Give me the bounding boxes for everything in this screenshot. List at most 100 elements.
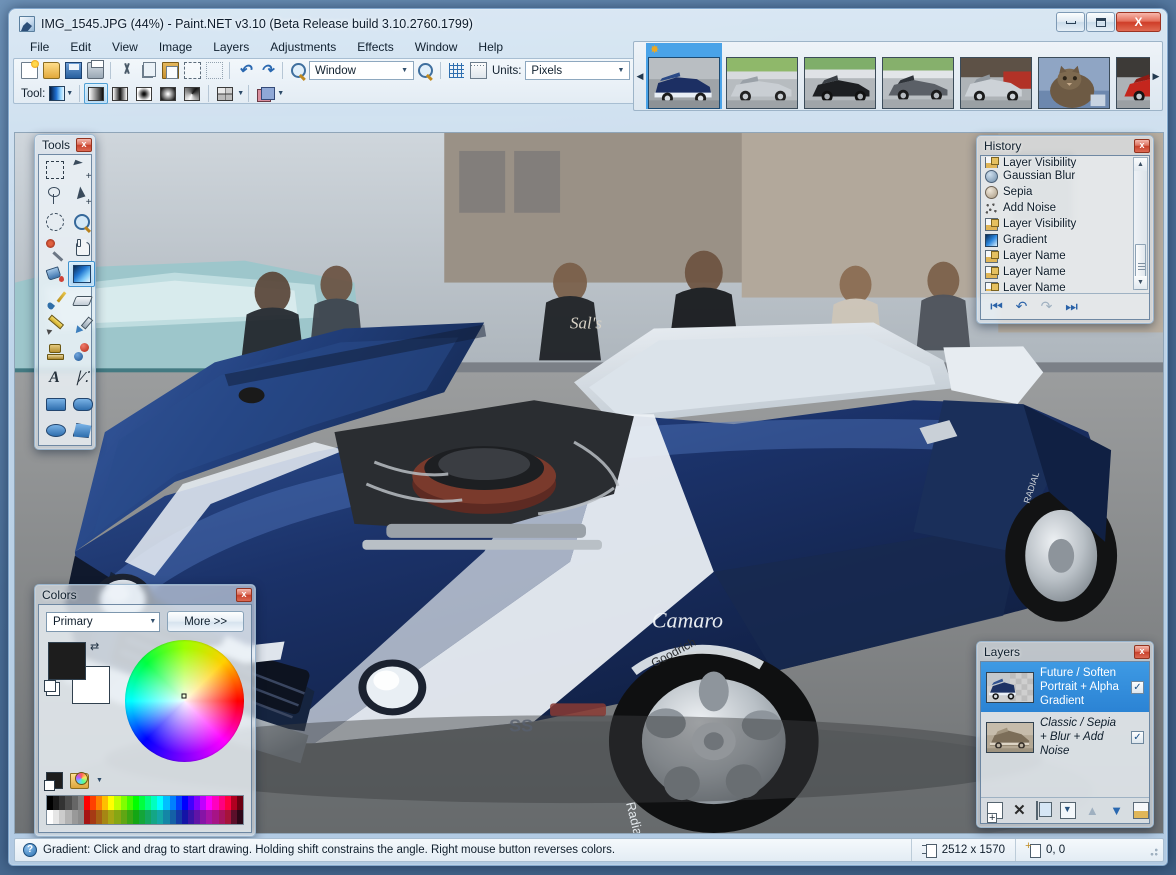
history-item[interactable]: Layer Visibility — [981, 157, 1132, 168]
thumb-blue-camaro[interactable]: ✸ — [646, 43, 722, 109]
palette-swatch[interactable] — [237, 810, 243, 824]
gradient-diamond-button[interactable] — [156, 83, 180, 104]
undo-icon[interactable]: ↶ — [234, 60, 256, 81]
add-to-palette-icon[interactable] — [46, 772, 63, 789]
color-wheel-cursor[interactable] — [182, 694, 187, 699]
history-item[interactable]: Layer Name — [981, 248, 1132, 264]
rulers-icon[interactable] — [467, 60, 489, 81]
move-layer-down-button[interactable]: ▼ — [1108, 802, 1124, 819]
gradient-linear-reflected-button[interactable] — [108, 83, 132, 104]
tool-color-picker[interactable] — [68, 313, 95, 339]
tool-magic-wand[interactable] — [41, 235, 68, 261]
thumb-silver-convertible[interactable] — [724, 43, 800, 109]
palette-file-icon[interactable] — [70, 773, 89, 789]
tool-pan[interactable] — [68, 235, 95, 261]
thumb-red-car[interactable] — [1114, 43, 1150, 109]
tool-pencil[interactable] — [41, 313, 68, 339]
chevron-down-icon[interactable]: ▼ — [237, 90, 244, 97]
tool-paintbrush[interactable] — [41, 287, 68, 313]
palette-strip[interactable] — [46, 795, 244, 825]
menu-help[interactable]: Help — [469, 38, 512, 56]
color-wheel[interactable] — [125, 640, 244, 762]
tool-rounded-rectangle[interactable] — [68, 391, 95, 417]
zoom-level-combo[interactable]: Window ▼ — [309, 61, 414, 80]
new-icon[interactable] — [18, 60, 40, 81]
menu-layers[interactable]: Layers — [204, 38, 258, 56]
pixel-grid-icon[interactable] — [445, 60, 467, 81]
save-icon[interactable] — [62, 60, 84, 81]
thumb-cat-on-blanket[interactable] — [1036, 43, 1112, 109]
tool-zoom[interactable] — [68, 209, 95, 235]
layers-palette-titlebar[interactable]: Layers x — [977, 642, 1153, 661]
menu-file[interactable]: File — [21, 38, 58, 56]
tool-freeform-shape[interactable] — [68, 417, 95, 443]
chevron-down-icon[interactable]: ▼ — [96, 777, 103, 784]
tool-rectangle-shape[interactable] — [41, 391, 68, 417]
tool-move-selected-pixels[interactable] — [68, 157, 95, 183]
thumb-black-coupe[interactable] — [802, 43, 878, 109]
history-item[interactable]: Layer Name — [981, 264, 1132, 280]
layer-visibility-checkbox[interactable]: ✓ — [1131, 681, 1144, 694]
paste-icon[interactable] — [159, 60, 181, 81]
thumb-silver-sedan[interactable] — [958, 43, 1034, 109]
gradient-blend-mode-icon[interactable] — [253, 83, 277, 104]
menu-view[interactable]: View — [103, 38, 147, 56]
menu-effects[interactable]: Effects — [348, 38, 402, 56]
tool-ellipse-select[interactable] — [41, 209, 68, 235]
tool-lasso-select[interactable] — [41, 183, 68, 209]
minimize-button[interactable] — [1056, 12, 1085, 32]
units-combo[interactable]: Pixels ▼ — [525, 61, 630, 80]
primary-color-swatch[interactable] — [48, 642, 86, 680]
duplicate-layer-button[interactable] — [1036, 802, 1052, 819]
fast-forward-to-end-button[interactable]: ⏭ — [1062, 298, 1081, 316]
layer-row[interactable]: Classic / Sepia + Blur + Add Noise ✓ — [981, 712, 1149, 762]
tools-palette-close-button[interactable]: x — [76, 138, 92, 152]
history-palette-titlebar[interactable]: History x — [977, 136, 1153, 155]
colors-palette-close-button[interactable]: x — [236, 588, 252, 602]
menu-window[interactable]: Window — [406, 38, 467, 56]
reset-colors-icon[interactable] — [46, 682, 60, 696]
tool-eraser[interactable] — [68, 287, 95, 313]
redo-icon[interactable]: ↷ — [256, 60, 278, 81]
close-button[interactable]: X — [1116, 12, 1161, 32]
chevron-down-icon[interactable]: ▼ — [277, 90, 284, 97]
history-item[interactable]: Layer Visibility — [981, 216, 1132, 232]
colors-palette-titlebar[interactable]: Colors x — [35, 585, 255, 604]
merge-layer-down-button[interactable] — [1060, 802, 1076, 819]
resize-grip[interactable] — [1145, 843, 1159, 857]
history-palette-close-button[interactable]: x — [1134, 139, 1150, 153]
rewind-to-start-button[interactable]: ⏮ — [987, 298, 1006, 316]
delete-layer-button[interactable]: ✕ — [1011, 802, 1027, 819]
history-item[interactable]: Sepia — [981, 184, 1132, 200]
title-bar[interactable]: IMG_1545.JPG (44%) - Paint.NET v3.10 (Be… — [13, 11, 1163, 37]
open-icon[interactable] — [40, 60, 62, 81]
menu-edit[interactable]: Edit — [61, 38, 100, 56]
maximize-button[interactable] — [1086, 12, 1115, 32]
menu-image[interactable]: Image — [150, 38, 201, 56]
tool-clone-stamp[interactable] — [41, 339, 68, 365]
tool-rectangle-select[interactable] — [41, 157, 68, 183]
move-layer-up-button[interactable]: ▲ — [1084, 802, 1100, 819]
history-list[interactable]: Layer Visibility Gaussian Blur Sepia Add… — [981, 156, 1132, 291]
tool-paint-bucket[interactable] — [41, 261, 68, 287]
color-target-select[interactable]: Primary ▼ — [46, 612, 160, 632]
zoom-out-icon[interactable] — [287, 60, 309, 81]
more-colors-button[interactable]: More >> — [167, 611, 244, 632]
tool-gradient[interactable] — [68, 261, 95, 287]
thumb-grey-sports-car[interactable] — [880, 43, 956, 109]
gradient-tool-icon[interactable]: ▼ — [49, 84, 75, 104]
layers-list[interactable]: Future / Soften Portrait + Alpha Gradien… — [981, 662, 1149, 795]
strip-prev-button[interactable]: ◀ — [634, 42, 646, 110]
history-item[interactable]: Add Noise — [981, 200, 1132, 216]
history-item[interactable]: Layer Name — [981, 280, 1132, 291]
palette-swatch[interactable] — [237, 796, 243, 810]
palette-row-bottom[interactable] — [47, 810, 243, 824]
tools-palette-titlebar[interactable]: Tools x — [35, 135, 95, 154]
gradient-linear-button[interactable] — [84, 83, 108, 104]
history-item[interactable]: Gaussian Blur — [981, 168, 1132, 184]
gradient-radial-button[interactable] — [132, 83, 156, 104]
layer-visibility-checkbox[interactable]: ✓ — [1131, 731, 1144, 744]
undo-button[interactable]: ↶ — [1012, 298, 1031, 316]
layer-properties-button[interactable] — [1133, 802, 1149, 819]
gradient-conical-button[interactable] — [180, 83, 204, 104]
